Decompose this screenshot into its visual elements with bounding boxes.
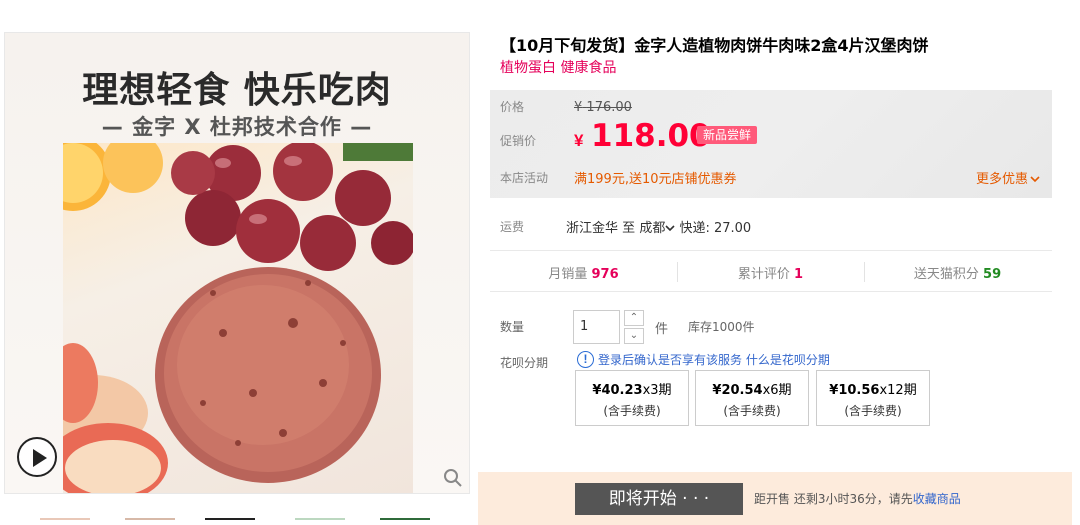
thumbnail[interactable] [380,518,430,525]
installment-plan-12[interactable]: ¥10.56x12期 (含手续费) [816,370,930,426]
huabei-notice-text: 登录后确认是否享有该服务 [598,353,743,367]
chevron-down-icon [1030,176,1040,183]
review-count[interactable]: 累计评价 1 [677,263,864,282]
shipping-express-fee: 快递: 27.00 [679,221,752,236]
product-subtitle: 植物蛋白 健康食品 [500,60,617,76]
quantity-unit: 件 [655,322,669,337]
banner-title: 理想轻食 快乐吃肉 [82,70,392,111]
installment-price: ¥40.23 [592,383,643,398]
shipping-info: 浙江金华 至 成都 快递: 27.00 [566,217,751,236]
installment-price: ¥20.54 [712,383,763,398]
installment-amount: ¥20.54x6期 [696,379,808,398]
info-icon: ! [577,351,594,368]
sale-countdown: 距开售 还剩3小时36分，请先收藏商品 [754,490,961,507]
monthly-sales-value: 976 [591,267,619,282]
installment-price: ¥10.56 [829,383,880,398]
quantity-input[interactable]: 1 [573,310,620,344]
currency-symbol: ¥ [574,100,583,115]
burger-patty [155,267,381,483]
original-price-label: 价格 [500,100,525,114]
installment-fee-note: (含手续费) [603,404,661,418]
review-count-value: 1 [794,267,804,282]
shipping-destination-select[interactable]: 成都 [639,221,675,236]
shipping-destination: 成都 [639,221,666,236]
store-activity-label: 本店活动 [500,171,549,185]
installment-period: x6期 [762,383,792,398]
thumbnail-strip [40,518,440,525]
thumbnail[interactable] [295,518,345,525]
product-title: 【10月下旬发货】金字人造植物肉饼牛肉味2盒4片汉堡肉饼 [500,36,929,55]
banner-subtitle: — 金字 X 杜邦技术合作 — [101,115,373,139]
shipping-to-prefix: 至 [622,221,636,236]
original-price-value: 176.00 [586,100,632,115]
play-video-button[interactable] [17,437,57,477]
tmall-points-value: 59 [983,267,1002,282]
magnifier-icon[interactable] [443,468,463,488]
coming-soon-button[interactable]: 即将开始 · · · [575,483,743,515]
promo-currency-symbol: ¥ [574,131,584,150]
product-gallery: 理想轻食 快乐吃肉 — 金字 X 杜邦技术合作 — [4,32,470,494]
orange-slice [103,143,163,193]
shipping-origin: 浙江金华 [566,221,619,236]
installment-amount: ¥10.56x12期 [817,379,929,398]
sales-stats: 月销量 976 累计评价 1 送天猫积分 59 [490,250,1052,292]
apple-slices [63,343,168,493]
store-activity: 满199元,送10元店铺优惠券 [574,172,737,187]
thumbnail[interactable] [40,518,90,525]
tmall-points: 送天猫积分 59 [864,263,1051,282]
huabei-label: 花呗分期 [500,356,549,370]
tmall-points-label: 送天猫积分 [913,267,979,282]
more-offers-link[interactable]: 更多优惠 [976,168,1040,187]
original-price: ¥ 176.00 [574,100,632,115]
shipping-label: 运费 [500,220,525,234]
product-main-image[interactable] [63,143,413,493]
price-panel: 价格 ¥ 176.00 促销价 ¥ 118.00 新品尝鲜 本店活动 满199元… [490,90,1052,198]
shipping-row: 运费 浙江金华 至 成都 快递: 27.00 [490,216,1052,246]
monthly-sales: 月销量 976 [490,263,677,282]
sale-countdown-text: 距开售 还剩3小时36分，请先 [754,492,913,506]
huabei-help-link[interactable]: 什么是花呗分期 [746,353,830,367]
product-photo-illustration [63,143,413,493]
promo-price-value: 118.00 [591,118,711,154]
more-offers-label: 更多优惠 [975,172,1028,187]
monthly-sales-label: 月销量 [548,267,588,282]
promo-price-label: 促销价 [500,134,537,148]
installment-plan-6[interactable]: ¥20.54x6期 (含手续费) [695,370,809,426]
chevron-down-icon [665,225,675,232]
quantity-decrease-button[interactable]: ⌄ [624,328,644,344]
thumbnail-selected[interactable] [205,518,255,525]
installment-period: x3期 [642,383,672,398]
huabei-notice[interactable]: 登录后确认是否享有该服务 什么是花呗分期 [598,351,830,368]
installment-period: x12期 [879,383,917,398]
new-product-badge: 新品尝鲜 [697,126,758,144]
review-count-label: 累计评价 [737,267,790,282]
quantity-label: 数量 [500,320,525,334]
stock-count: 库存1000件 [688,320,755,334]
grapes [171,143,413,271]
installment-fee-note: (含手续费) [844,404,902,418]
favorite-product-link[interactable]: 收藏商品 [913,492,961,506]
installment-amount: ¥40.23x3期 [576,379,688,398]
thumbnail[interactable] [125,518,175,525]
installment-fee-note: (含手续费) [723,404,781,418]
quantity-increase-button[interactable]: ⌃ [624,310,644,326]
purchase-bar: 即将开始 · · · 距开售 还剩3小时36分，请先收藏商品 [478,472,1072,525]
installment-plan-3[interactable]: ¥40.23x3期 (含手续费) [575,370,689,426]
